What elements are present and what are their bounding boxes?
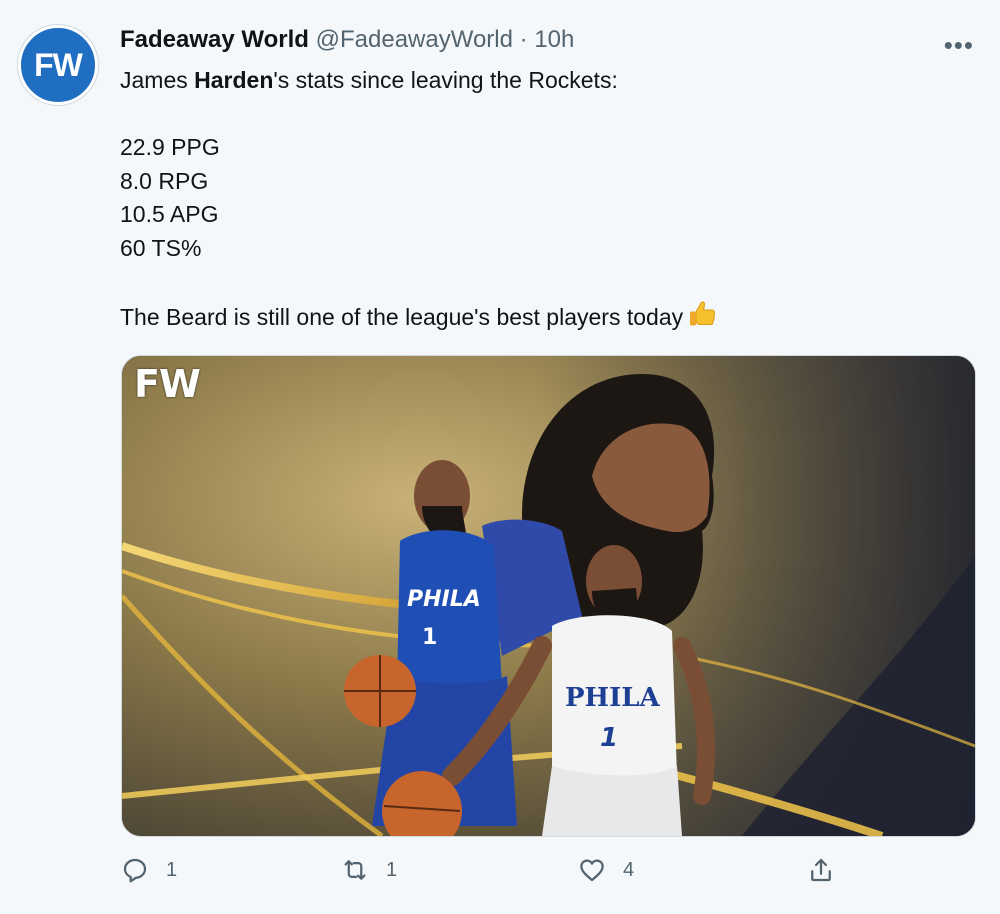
separator-dot: · (519, 26, 528, 53)
like-button[interactable]: 4 (577, 855, 634, 885)
closing-line: The Beard is still one of the league's b… (120, 299, 717, 333)
avatar[interactable]: FW (18, 25, 98, 105)
reply-count: 1 (166, 858, 178, 881)
tweet-image[interactable]: PHILA 1 PHILA 1 FW (121, 355, 976, 837)
tweet: FW Fadeaway World @FadeawayWorld · 10h •… (0, 0, 1000, 914)
jersey-number-right: 1 (600, 723, 618, 753)
stat-line: 22.9 PPG (120, 134, 220, 160)
thumbs-up-emoji (687, 299, 717, 339)
avatar-initials: FW (34, 46, 83, 83)
share-icon (811, 858, 831, 882)
tweet-header: Fadeaway World @FadeawayWorld · 10h (120, 26, 574, 54)
like-count: 4 (623, 858, 635, 881)
intro-text-pre: James (120, 67, 195, 93)
jersey-number-left: 1 (422, 625, 437, 650)
like-icon (580, 859, 604, 882)
retweet-count: 1 (386, 858, 398, 881)
stat-line: 8.0 RPG (120, 167, 209, 194)
author-handle[interactable]: @FadeawayWorld (316, 26, 513, 53)
reply-button[interactable]: 1 (120, 855, 177, 885)
jersey-text-left: PHILA (407, 587, 481, 612)
intro-text-post: 's stats since leaving the Rockets: (273, 67, 618, 93)
retweet-icon (344, 860, 366, 880)
more-icon[interactable]: ••• (944, 30, 974, 61)
reply-icon (123, 858, 147, 883)
share-button[interactable] (806, 855, 836, 885)
tweet-intro-line: James Harden's stats since leaving the R… (120, 64, 717, 98)
stat-line: 10.5 APG (120, 201, 219, 227)
intro-text-bold: Harden (194, 67, 274, 93)
stat-line: 60 TS% (120, 234, 202, 261)
retweet-button[interactable]: 1 (340, 855, 397, 885)
jersey-text-right: PHILA (565, 683, 661, 713)
tweet-time[interactable]: 10h (534, 26, 574, 53)
closing-text: The Beard is still one of the league's b… (120, 303, 684, 330)
tweet-text: James Harden's stats since leaving the R… (120, 64, 717, 332)
harden-poster-artwork: PHILA 1 PHILA 1 (122, 356, 975, 836)
author-name[interactable]: Fadeaway World (120, 26, 309, 53)
media-watermark: FW (134, 362, 201, 406)
action-bar: 1 1 4 (0, 855, 1000, 895)
